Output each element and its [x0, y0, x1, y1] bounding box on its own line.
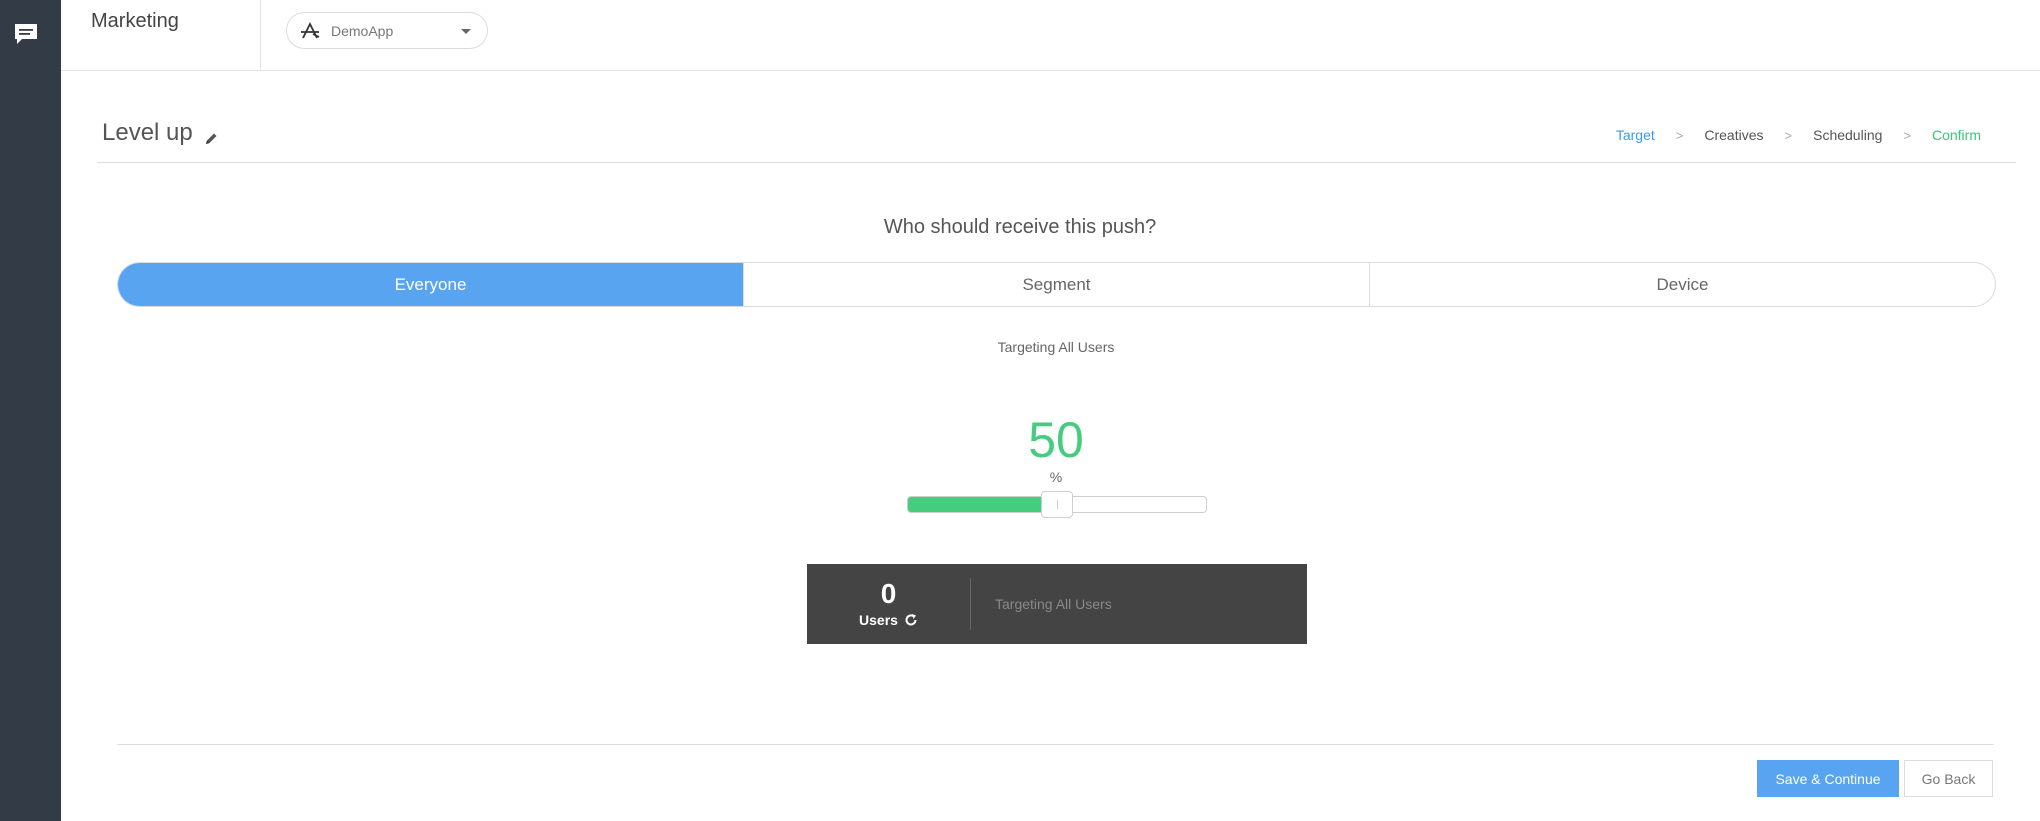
wizard-steps: Target > Creatives > Scheduling > Confir…	[1616, 127, 1981, 143]
app-selector[interactable]: DemoApp	[286, 12, 488, 49]
page-header: Level up Target > Creatives > Scheduling…	[97, 107, 2016, 163]
topbar: Marketing DemoApp	[61, 0, 2040, 71]
target-question: Who should receive this push?	[883, 216, 1157, 238]
users-refresh[interactable]: Users	[859, 612, 918, 628]
step-confirm[interactable]: Confirm	[1932, 127, 1981, 143]
chat-icon[interactable]	[13, 21, 39, 47]
tab-segment[interactable]: Segment	[743, 263, 1369, 306]
stats-count-block: 0 Users	[807, 578, 971, 630]
refresh-icon[interactable]	[904, 613, 918, 627]
step-separator: >	[1784, 127, 1793, 143]
user-count: 0	[880, 578, 897, 609]
page-title: Level up	[102, 119, 193, 146]
section-title: Marketing	[91, 10, 179, 32]
tab-device[interactable]: Device	[1369, 263, 1995, 306]
go-back-button[interactable]: Go Back	[1904, 760, 1993, 797]
step-target[interactable]: Target	[1616, 127, 1655, 143]
topbar-divider	[260, 0, 261, 71]
slider-handle[interactable]	[1041, 491, 1073, 518]
slider-fill	[908, 497, 1057, 512]
percent-unit: %	[1049, 469, 1063, 485]
percent-slider[interactable]	[907, 491, 1207, 518]
audience-tabs: Everyone Segment Device	[117, 262, 1996, 307]
stats-description: Targeting All Users	[995, 596, 1112, 612]
step-separator: >	[1675, 127, 1684, 143]
step-scheduling[interactable]: Scheduling	[1813, 127, 1882, 143]
save-continue-button[interactable]: Save & Continue	[1757, 760, 1899, 797]
users-label: Users	[859, 612, 898, 628]
step-separator: >	[1903, 127, 1911, 143]
app-store-icon	[301, 21, 320, 38]
tab-everyone[interactable]: Everyone	[118, 263, 743, 306]
chevron-down-icon	[461, 29, 471, 34]
step-creatives[interactable]: Creatives	[1704, 127, 1763, 143]
percent-value: 50	[1028, 412, 1084, 468]
app-selector-label: DemoApp	[331, 22, 394, 39]
targeting-label: Targeting All Users	[997, 339, 1115, 355]
audience-stats: 0 Users Targeting All Users	[807, 564, 1307, 644]
footer-divider	[117, 744, 1994, 745]
pencil-icon[interactable]	[203, 131, 219, 147]
